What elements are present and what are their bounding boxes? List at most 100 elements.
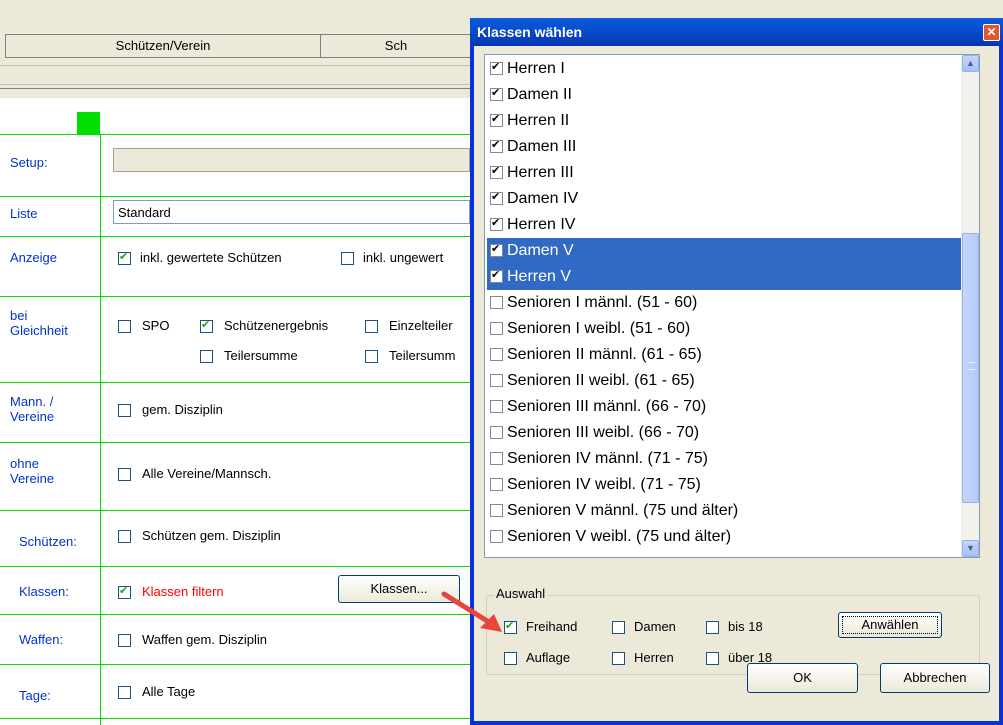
list-scrollbar[interactable]: ▲ ▼ [961, 55, 979, 557]
mann-vereine-label: Mann. / Vereine [10, 394, 55, 424]
list-item-checkbox[interactable] [490, 61, 503, 75]
herren-checkbox[interactable] [612, 652, 625, 665]
list-item[interactable]: Senioren I weibl. (51 - 60) [487, 316, 961, 342]
cancel-button[interactable]: Abbrechen [880, 663, 990, 693]
list-item[interactable]: Damen II [487, 82, 961, 108]
tab-strip: Schützen/Verein Sch [0, 22, 472, 64]
list-item[interactable]: Senioren II männl. (61 - 65) [487, 342, 961, 368]
inkl-gewertete-label: inkl. gewertete Schützen [140, 250, 282, 265]
grid-line [0, 614, 470, 615]
klassen-label: Klassen: [19, 584, 69, 599]
list-item-checkbox[interactable] [490, 426, 503, 439]
scroll-down-icon[interactable]: ▼ [962, 540, 979, 557]
ueber18-checkbox[interactable] [706, 652, 719, 665]
schuetzen-label: Schützen: [19, 534, 77, 549]
klassen-filtern-label: Klassen filtern [142, 584, 224, 599]
grip-icon [968, 362, 975, 370]
list-item-checkbox[interactable] [490, 296, 503, 309]
list-item-checkbox[interactable] [490, 400, 503, 413]
grid-line [0, 664, 470, 665]
dialog-title: Klassen wählen [470, 18, 1003, 46]
ok-button[interactable]: OK [747, 663, 858, 693]
list-item-checkbox[interactable] [490, 348, 503, 361]
close-icon[interactable]: ✕ [983, 24, 1000, 41]
auflage-checkbox[interactable] [504, 652, 517, 665]
list-item-label: Damen IV [507, 190, 579, 207]
gem-disziplin-checkbox[interactable] [118, 404, 131, 417]
schuetzen-gem-checkbox[interactable] [118, 530, 131, 543]
list-item[interactable]: Herren II [487, 108, 961, 134]
teilersumme2-checkbox[interactable] [365, 350, 378, 363]
waffen-gem-label: Waffen gem. Disziplin [142, 632, 267, 647]
grid-line [0, 296, 470, 297]
einzelteiler-checkbox[interactable] [365, 320, 378, 333]
list-item-label: Senioren I männl. (51 - 60) [507, 294, 698, 311]
grid-line [0, 718, 470, 719]
list-item[interactable]: Senioren IV weibl. (71 - 75) [487, 472, 961, 498]
list-item[interactable]: Herren IV [487, 212, 961, 238]
klassen-filtern-checkbox[interactable] [118, 584, 131, 599]
settings-form: Setup: Liste Standard Anzeige inkl. gewe… [0, 98, 470, 725]
focus-ring [842, 616, 938, 634]
tab-second[interactable]: Sch [320, 34, 472, 58]
scroll-up-icon[interactable]: ▲ [962, 55, 979, 72]
waffen-label: Waffen: [19, 632, 64, 647]
list-item-label: Senioren I weibl. (51 - 60) [507, 320, 691, 337]
list-item-label: Senioren V männl. (75 und älter) [507, 502, 739, 519]
list-item[interactable]: Damen III [487, 134, 961, 160]
list-item[interactable]: Senioren IV männl. (71 - 75) [487, 446, 961, 472]
bis18-label: bis 18 [728, 619, 763, 634]
list-item[interactable]: Senioren I männl. (51 - 60) [487, 290, 961, 316]
schuetzenergebnis-label: Schützenergebnis [224, 318, 329, 333]
list-item-checkbox[interactable] [490, 530, 503, 543]
alle-vereine-checkbox[interactable] [118, 468, 131, 481]
list-item-checkbox[interactable] [490, 139, 503, 153]
waffen-gem-checkbox[interactable] [118, 634, 131, 647]
list-item-checkbox[interactable] [490, 191, 503, 205]
alle-tage-checkbox[interactable] [118, 686, 131, 699]
tab-schuetzen-verein[interactable]: Schützen/Verein [5, 34, 320, 58]
list-item-checkbox[interactable] [490, 113, 503, 127]
list-item-checkbox[interactable] [490, 504, 503, 517]
inkl-gewertete-checkbox[interactable] [118, 250, 131, 265]
list-item[interactable]: Herren I [487, 56, 961, 82]
teilersumme-checkbox[interactable] [200, 350, 213, 363]
grid-line [0, 196, 470, 197]
gem-disziplin-label: gem. Disziplin [142, 402, 223, 417]
list-item[interactable]: Senioren V weibl. (75 und älter) [487, 524, 961, 550]
class-list[interactable]: Herren I Damen II Herren II Damen III Herren… [484, 54, 980, 558]
schuetzenergebnis-checkbox[interactable] [200, 318, 213, 333]
list-item[interactable]: Senioren V männl. (75 und älter) [487, 498, 961, 524]
list-item[interactable]: Senioren II weibl. (61 - 65) [487, 368, 961, 394]
bis18-checkbox[interactable] [706, 621, 719, 634]
list-item-label: Senioren IV männl. (71 - 75) [507, 450, 708, 467]
list-item-checkbox[interactable] [490, 243, 503, 257]
list-item[interactable]: Senioren III männl. (66 - 70) [487, 394, 961, 420]
grid-line [0, 510, 470, 511]
list-item-checkbox[interactable] [490, 478, 503, 491]
liste-field[interactable]: Standard [113, 200, 470, 224]
list-item-checkbox[interactable] [490, 217, 503, 231]
list-item-checkbox[interactable] [490, 322, 503, 335]
list-item-checkbox[interactable] [490, 452, 503, 465]
list-item-checkbox[interactable] [490, 269, 503, 283]
list-item[interactable]: Damen IV [487, 186, 961, 212]
list-item[interactable]: Damen V [487, 238, 961, 264]
inkl-ungewertete-checkbox[interactable] [341, 252, 354, 265]
setup-field [113, 148, 470, 172]
list-item-label: Senioren II männl. (61 - 65) [507, 346, 702, 363]
spo-checkbox[interactable] [118, 320, 131, 333]
list-item-checkbox[interactable] [490, 87, 503, 101]
damen-checkbox[interactable] [612, 621, 625, 634]
list-item-checkbox[interactable] [490, 374, 503, 387]
alle-vereine-label: Alle Vereine/Mannsch. [142, 466, 272, 481]
anwaehlen-button[interactable]: Anwählen [838, 612, 942, 638]
list-item[interactable]: Herren V [487, 264, 961, 290]
list-item-label: Senioren IV weibl. (71 - 75) [507, 476, 701, 493]
list-item-checkbox[interactable] [490, 165, 503, 179]
list-item[interactable]: Herren III [487, 160, 961, 186]
scrollbar-thumb[interactable] [962, 233, 979, 503]
list-item[interactable]: Senioren III weibl. (66 - 70) [487, 420, 961, 446]
spo-label: SPO [142, 318, 170, 333]
alle-tage-label: Alle Tage [142, 684, 196, 699]
